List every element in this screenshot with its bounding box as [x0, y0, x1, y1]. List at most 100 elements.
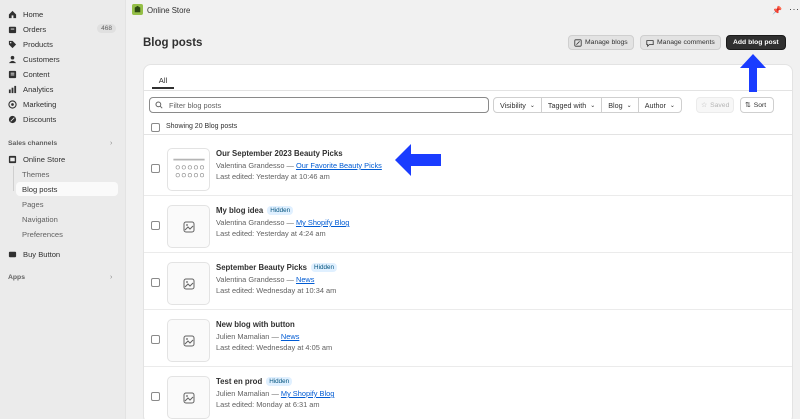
tab-all[interactable]: All [152, 73, 174, 89]
content-icon [8, 70, 17, 79]
post-meta: Julien Mamalian — My Shopify Blog [216, 389, 334, 398]
post-author: Julien Mamalian [216, 332, 270, 341]
chevron-down-icon: ⌄ [590, 102, 596, 109]
meta-separator: — [284, 275, 296, 284]
table-row[interactable]: My blog idea Hidden Valentina Grandesso —… [144, 196, 792, 253]
hidden-badge: Hidden [311, 263, 337, 272]
post-meta: Valentina Grandesso — Our Favorite Beaut… [216, 161, 382, 170]
sidebar-item-home[interactable]: Home [4, 7, 120, 21]
post-blog-link[interactable]: News [296, 275, 314, 284]
row-checkbox[interactable] [151, 278, 160, 287]
post-title-text: Our September 2023 Beauty Picks [216, 149, 343, 158]
filter-blog[interactable]: Blog ⌄ [601, 97, 639, 113]
filter-author[interactable]: Author ⌄ [637, 97, 682, 113]
filter-label: Tagged with [547, 100, 587, 110]
post-thumbnail [167, 376, 210, 419]
filter-visibility[interactable]: Visibility ⌄ [493, 97, 542, 113]
sidebar-item-marketing[interactable]: Marketing [4, 97, 120, 111]
table-row[interactable]: New blog with button Julien Mamalian — N… [144, 310, 792, 367]
row-checkbox[interactable] [151, 335, 160, 344]
saved-button[interactable]: ☆ Saved [696, 97, 734, 113]
tag-icon [8, 40, 17, 49]
sidebar-item-buy-button[interactable]: Buy Button [4, 247, 120, 261]
chevron-down-icon: ⌄ [529, 102, 535, 109]
sidebar-item-label: Customers [23, 54, 60, 64]
chevron-right-icon[interactable]: › [110, 274, 112, 281]
person-icon [8, 55, 17, 64]
sidebar-subitem-pages[interactable]: Pages [22, 200, 44, 209]
sales-channels-heading: Sales channels [8, 140, 58, 147]
manage-comments-button[interactable]: Manage comments [640, 35, 721, 50]
post-meta: Valentina Grandesso — My Shopify Blog [216, 218, 349, 227]
row-checkbox[interactable] [151, 164, 160, 173]
post-title-text: September Beauty Picks [216, 263, 308, 272]
table-row[interactable]: Test en prod Hidden Julien Mamalian — My … [144, 367, 792, 419]
sidebar-item-label: Marketing [23, 99, 57, 109]
hidden-badge: Hidden [266, 377, 293, 386]
sidebar-item-label: Discounts [23, 114, 57, 124]
sidebar-subitem-blog-posts[interactable]: Blog posts [16, 182, 118, 196]
store-icon [8, 155, 17, 164]
sidebar-item-analytics[interactable]: Analytics [4, 82, 120, 96]
post-blog-link[interactable]: Our Favorite Beauty Picks [296, 161, 382, 170]
post-title[interactable]: Our September 2023 Beauty Picks [216, 149, 343, 158]
sidebar-item-label: Analytics [23, 84, 54, 94]
post-title[interactable]: September Beauty Picks Hidden [216, 263, 337, 272]
orders-count-badge: 468 [97, 24, 116, 33]
pin-icon[interactable]: 📌 [772, 6, 782, 15]
more-options-icon[interactable]: ··· [789, 4, 800, 14]
post-last-edited: Last edited: Yesterday at 4:24 am [216, 229, 326, 238]
hidden-badge: Hidden [267, 206, 294, 215]
table-row[interactable]: Our September 2023 Beauty Picks Valentin… [144, 139, 792, 196]
topbar-title: Online Store [147, 6, 191, 15]
buy-button-icon [8, 250, 17, 259]
post-meta: Julien Mamalian — News [216, 332, 299, 341]
row-checkbox[interactable] [151, 392, 160, 401]
table-row[interactable]: September Beauty Picks Hidden Valentina G… [144, 253, 792, 310]
search-input[interactable] [169, 100, 479, 110]
post-blog-link[interactable]: My Shopify Blog [296, 218, 349, 227]
button-label: Manage blogs [585, 39, 628, 46]
home-icon [8, 10, 17, 19]
filter-label: Author [644, 100, 666, 110]
select-all-checkbox[interactable] [151, 123, 160, 132]
post-thumbnail [167, 319, 210, 362]
chevron-right-icon[interactable]: › [110, 140, 112, 147]
filter-group: Visibility ⌄ Tagged with ⌄ Blog ⌄ Author ⌄ [493, 97, 682, 113]
sidebar-subitem-navigation[interactable]: Navigation [22, 215, 58, 224]
button-label: Sort [753, 101, 767, 109]
post-title-text: Test en prod [216, 377, 263, 386]
image-placeholder-icon [183, 278, 194, 289]
post-thumbnail [167, 262, 210, 305]
meta-separator: — [284, 161, 296, 170]
target-icon [8, 99, 17, 109]
annotation-arrow-up-icon [740, 54, 766, 92]
add-blog-post-button[interactable]: Add blog post [726, 35, 786, 50]
search-field[interactable] [149, 97, 489, 113]
row-checkbox[interactable] [151, 221, 160, 230]
meta-separator: — [284, 218, 296, 227]
sidebar-item-orders[interactable]: Orders 468 [4, 22, 120, 36]
post-thumbnail [167, 205, 210, 248]
sidebar-item-online-store[interactable]: Online Store [4, 152, 120, 166]
post-title[interactable]: Test en prod Hidden [216, 377, 293, 386]
sidebar-item-customers[interactable]: Customers [4, 52, 120, 66]
post-title[interactable]: New blog with button [216, 320, 295, 329]
meta-separator: — [269, 389, 281, 398]
post-last-edited: Last edited: Monday at 6:31 am [216, 400, 320, 409]
sidebar-item-content[interactable]: Content [4, 67, 120, 81]
sidebar-subitem-preferences[interactable]: Preferences [22, 230, 63, 239]
sort-button[interactable]: ⇅ Sort [740, 97, 774, 113]
annotation-arrow-left-icon [395, 144, 441, 176]
sidebar-item-label: Blog posts [22, 184, 58, 194]
post-blog-link[interactable]: News [281, 332, 299, 341]
post-blog-link[interactable]: My Shopify Blog [281, 389, 334, 398]
sidebar-item-products[interactable]: Products [4, 37, 120, 51]
beauty-picks-thumbnail-icon [172, 158, 205, 177]
sidebar-subitem-themes[interactable]: Themes [22, 170, 49, 179]
manage-blogs-button[interactable]: Manage blogs [568, 35, 634, 50]
sidebar-item-discounts[interactable]: Discounts [4, 112, 120, 126]
tree-line [13, 166, 14, 191]
filter-tagged-with[interactable]: Tagged with ⌄ [540, 97, 603, 113]
post-title[interactable]: My blog idea Hidden [216, 206, 294, 215]
